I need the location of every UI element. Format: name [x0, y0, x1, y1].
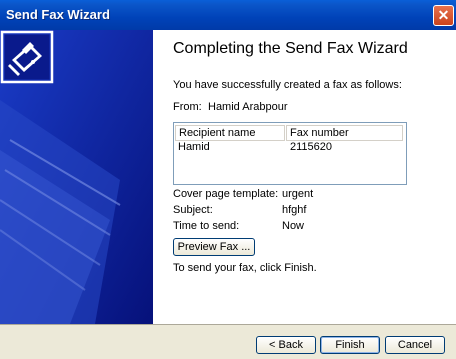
- cover-page-value: urgent: [282, 188, 314, 200]
- from-label: From:: [173, 101, 202, 113]
- recipient-list[interactable]: Recipient name Fax number Hamid 2115620: [173, 122, 407, 185]
- column-header-fax-number[interactable]: Fax number: [286, 125, 403, 141]
- fax-machine-icon: [0, 30, 54, 84]
- column-header-recipient[interactable]: Recipient name: [175, 125, 285, 141]
- close-icon[interactable]: ✕: [433, 5, 454, 26]
- window-title: Send Fax Wizard: [6, 7, 110, 22]
- wizard-content: Completing the Send Fax Wizard You have …: [153, 30, 456, 324]
- subject-label: Subject:: [173, 204, 213, 216]
- preview-fax-button[interactable]: Preview Fax ...: [173, 238, 255, 256]
- back-button[interactable]: < Back: [256, 336, 316, 354]
- send-fax-wizard-window: Send Fax Wizard ✕ Completing the Send Fa…: [0, 0, 456, 359]
- time-to-send-label: Time to send:: [173, 220, 240, 232]
- subject-value: hfghf: [282, 204, 307, 216]
- wizard-footer: < Back Finish Cancel: [0, 324, 456, 359]
- fax-number-cell[interactable]: 2115620: [290, 141, 332, 153]
- wizard-sidebar: [0, 30, 153, 324]
- title-bar[interactable]: Send Fax Wizard ✕: [0, 0, 456, 30]
- recipient-name-cell[interactable]: Hamid: [178, 141, 210, 153]
- cancel-button[interactable]: Cancel: [385, 336, 445, 354]
- from-value: Hamid Arabpour: [208, 101, 288, 113]
- finish-button[interactable]: Finish: [320, 336, 380, 354]
- page-title: Completing the Send Fax Wizard: [173, 40, 408, 57]
- summary-text: You have successfully created a fax as f…: [173, 79, 402, 91]
- time-to-send-value: Now: [282, 220, 305, 232]
- instruction-text: To send your fax, click Finish.: [173, 262, 317, 274]
- cover-page-label: Cover page template:: [173, 188, 279, 200]
